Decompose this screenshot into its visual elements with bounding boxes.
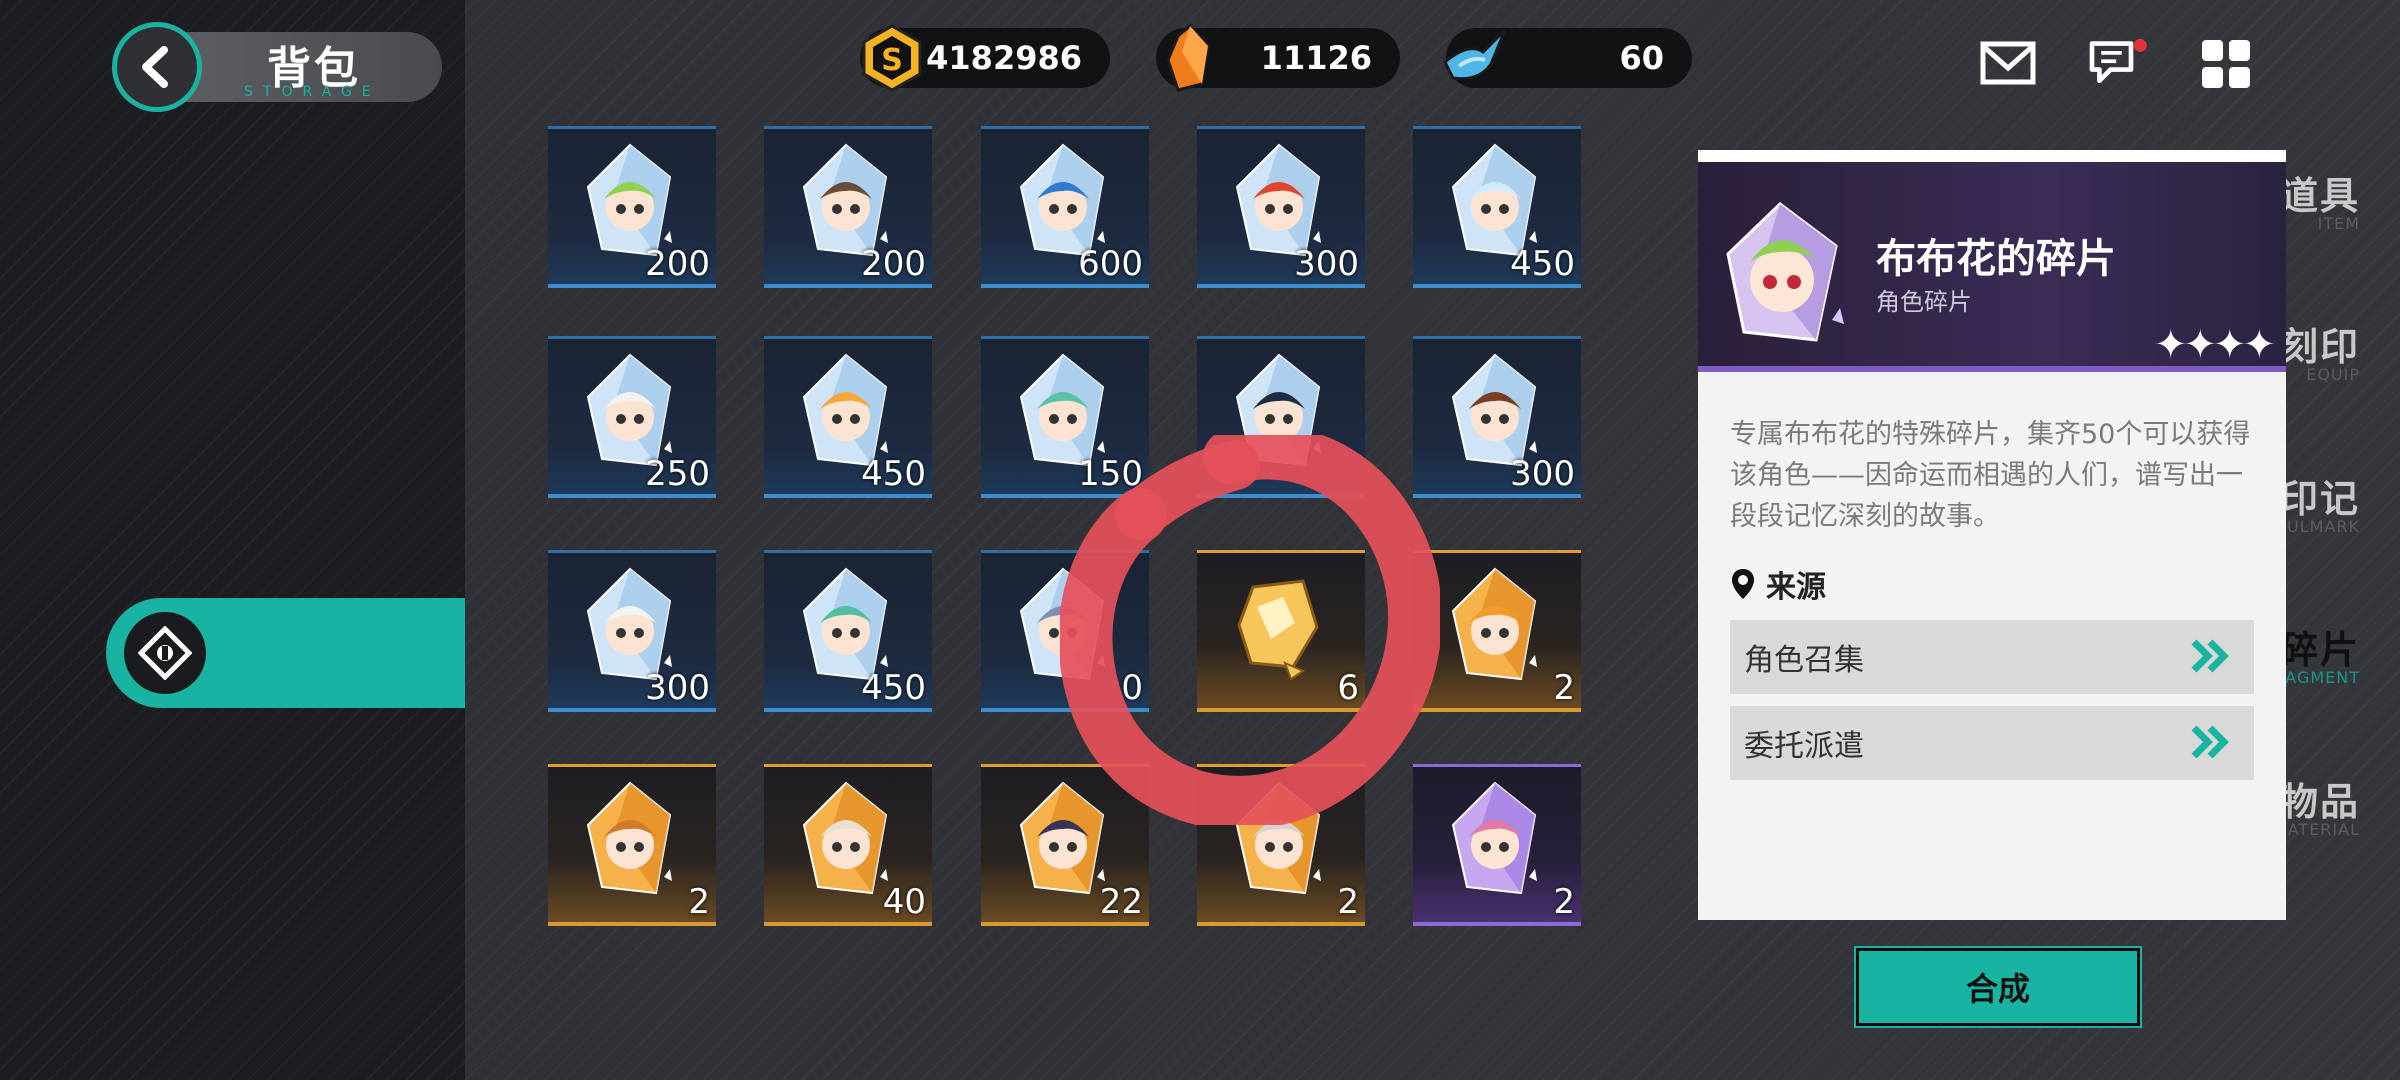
stamina-icon [1443, 28, 1507, 81]
sidebar-item-equip-en: EQUIP [2306, 365, 2360, 384]
crystal-icon [1166, 23, 1210, 92]
chat-icon[interactable] [2086, 38, 2150, 90]
fragment-tile[interactable]: 300 [1413, 336, 1581, 498]
double-chevron-icon [2191, 725, 2229, 759]
fragment-count: 200 [645, 244, 710, 284]
fragment-count: 450 [861, 668, 926, 708]
stamina-value: 60 [1619, 39, 1664, 77]
source-button-summon[interactable]: 角色召集 [1730, 620, 2254, 694]
character-fragment-icon [1235, 781, 1321, 895]
location-pin-icon [1732, 569, 1754, 599]
fragment-count: 2 [688, 882, 710, 922]
mail-icon[interactable] [1980, 38, 2036, 90]
fragment-count: 2 [1337, 882, 1359, 922]
character-fragment-icon [1019, 567, 1105, 681]
fragment-count: 450 [1510, 244, 1575, 284]
fragment-tile[interactable]: 0 [981, 550, 1149, 712]
sidebar-item-item-en: ITEM [2317, 214, 2360, 233]
coin-icon: S [862, 24, 922, 92]
character-fragment-icon [1451, 567, 1537, 681]
fragment-count: 200 [861, 244, 926, 284]
detail-header: 布布花的碎片 角色碎片 ✦✦✦✦ [1698, 162, 2286, 372]
fragment-tile[interactable]: 300 [548, 550, 716, 712]
fragment-tile[interactable]: 150 [981, 336, 1149, 498]
rarity-stars: ✦✦✦✦ [2153, 322, 2276, 368]
back-button[interactable] [112, 22, 202, 112]
fragment-tile[interactable]: 2 [1413, 764, 1581, 926]
crystal-value: 11126 [1260, 39, 1372, 77]
fragment-tile[interactable]: 2 [1413, 550, 1581, 712]
sidebar-item-fragment-active[interactable] [106, 598, 465, 708]
fragment-tile[interactable]: 40 [764, 764, 932, 926]
fragment-count: 300 [1510, 454, 1575, 494]
double-chevron-icon [2191, 639, 2229, 673]
fragment-name: 布布花的碎片 [1876, 236, 2116, 282]
source-heading: 来源 [1730, 562, 1826, 606]
fragment-count: 0 [1121, 668, 1143, 708]
source-button-dispatch[interactable]: 委托派遣 [1730, 706, 2254, 780]
character-fragment-icon [802, 781, 888, 895]
sidebar-item-item[interactable]: 道具 [2280, 165, 2360, 220]
source-summon-label: 角色召集 [1744, 643, 1864, 678]
source-label: 来源 [1766, 570, 1826, 605]
fragment-tile[interactable]: 600 [981, 126, 1149, 288]
character-fragment-icon [1451, 781, 1537, 895]
back-arrow-icon [142, 46, 168, 88]
fragment-tile[interactable]: 2 [548, 764, 716, 926]
fragment-tile[interactable]: 22 [981, 764, 1149, 926]
fragment-tile[interactable] [1197, 336, 1365, 498]
currency-crystal[interactable]: 11126 [1156, 23, 1400, 92]
menu-grid-icon[interactable] [2200, 38, 2252, 90]
fragment-count: 2 [1553, 882, 1575, 922]
coin-value: 4182986 [926, 39, 1082, 77]
svg-text:S: S [881, 43, 903, 78]
fragment-count: 300 [645, 668, 710, 708]
currency-stamina[interactable]: 60 [1443, 28, 1692, 88]
fragment-description: 专属布布花的特殊碎片，集齐50个可以获得该角色——因命运而相遇的人们，谱写出一段… [1730, 419, 2251, 532]
fragment-count: 150 [1078, 454, 1143, 494]
detail-panel: 布布花的碎片 角色碎片 ✦✦✦✦ 专属布布花的特殊碎片，集齐50个可以获得该角色… [1698, 150, 2286, 920]
fragment-tile[interactable]: 2 [1197, 764, 1365, 926]
fragment-tile[interactable]: 200 [764, 126, 932, 288]
fragment-category-icon [124, 612, 206, 694]
gold-fragment-icon [1237, 579, 1319, 681]
character-fragment-icon [1019, 781, 1105, 895]
fragment-count: 2 [1553, 668, 1575, 708]
fragment-count: 40 [882, 882, 926, 922]
fragment-count: 22 [1099, 882, 1143, 922]
fragment-count: 250 [645, 454, 710, 494]
fragment-tile[interactable]: 300 [1197, 126, 1365, 288]
fragment-count: 450 [861, 454, 926, 494]
selected-fragment-icon [1726, 202, 1844, 342]
page-subtitle: STORAGE [244, 84, 381, 100]
header: 背包 STORAGE [112, 22, 442, 112]
source-dispatch-label: 委托派遣 [1744, 729, 1864, 764]
fragment-count: 600 [1078, 244, 1143, 284]
currency-coin[interactable]: S 4182986 [860, 24, 1110, 92]
fragment-tile[interactable]: 450 [764, 550, 932, 712]
fragment-tile[interactable]: 200 [548, 126, 716, 288]
fragment-count: 6 [1337, 668, 1359, 708]
sidebar-item-equip[interactable]: 刻印 [2280, 316, 2360, 371]
fragment-count: 300 [1294, 244, 1359, 284]
fragment-type: 角色碎片 [1876, 288, 1972, 316]
character-fragment-icon [586, 781, 672, 895]
craft-button[interactable]: 合成 [1856, 948, 2140, 1026]
fragment-tile[interactable]: 450 [1413, 126, 1581, 288]
character-fragment-icon [1235, 353, 1321, 467]
fragment-tile[interactable]: 450 [764, 336, 932, 498]
fragment-tile[interactable]: 6 [1197, 550, 1365, 712]
fragment-tile[interactable]: 250 [548, 336, 716, 498]
